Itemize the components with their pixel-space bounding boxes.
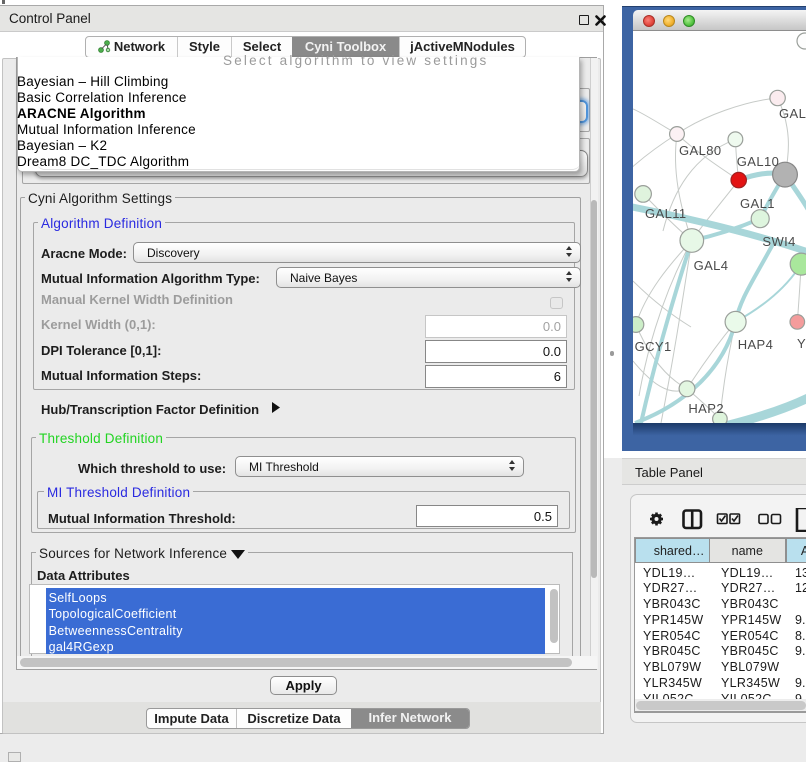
svg-text:HAP2: HAP2 (688, 401, 724, 416)
svg-text:HAP4: HAP4 (738, 337, 774, 352)
svg-text:GAL1: GAL1 (740, 196, 775, 211)
svg-text:GAL10: GAL10 (737, 154, 779, 169)
svg-text:GCY1: GCY1 (635, 339, 672, 354)
svg-text:GAL11: GAL11 (645, 206, 687, 221)
svg-text:GAL80: GAL80 (679, 143, 721, 158)
svg-text:GAL4: GAL4 (694, 258, 729, 273)
svg-text:Y: Y (797, 336, 806, 351)
svg-text:SWI4: SWI4 (762, 234, 795, 249)
svg-text:GAL: GAL (779, 106, 806, 121)
